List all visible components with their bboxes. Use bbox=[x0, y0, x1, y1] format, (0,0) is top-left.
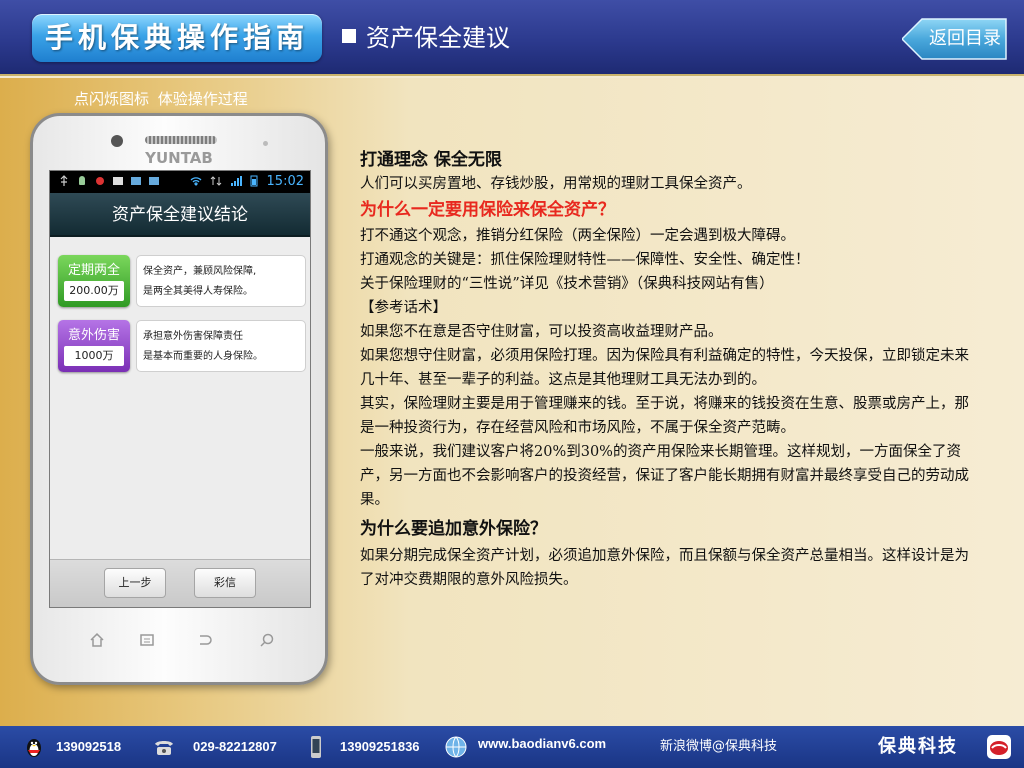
usb-icon bbox=[60, 175, 68, 186]
signal-icon bbox=[231, 176, 242, 186]
mms-button[interactable]: 彩信 bbox=[194, 568, 256, 598]
footer-mobile: 13909251836 bbox=[340, 739, 420, 754]
description-line: 保全资产，兼顾风险保障, bbox=[143, 266, 257, 277]
camera-icon bbox=[111, 135, 123, 147]
home-key-icon[interactable] bbox=[89, 632, 105, 648]
footer-website[interactable]: www.baodianv6.com bbox=[478, 723, 606, 765]
search-key-icon[interactable] bbox=[259, 632, 275, 648]
phone-nav-keys bbox=[83, 632, 279, 652]
image-icon bbox=[113, 177, 123, 185]
status-bar: 15:02 bbox=[50, 171, 310, 193]
phone-screen: 15:02 资产保全建议结论 定期两全 200.00万 保全资产，兼顾风险保障,… bbox=[49, 170, 311, 608]
qq-penguin-icon bbox=[27, 739, 41, 757]
paragraph: 如果您不在意是否守住财富，可以投资高收益理财产品。 bbox=[360, 324, 723, 340]
phone-bottom-bar: 上一步 彩信 bbox=[50, 559, 310, 607]
app-title: 资产保全建议结论 bbox=[50, 193, 310, 237]
phone-mockup: YUNTAB 15:02 资产保全建议结论 定期两全 200.00万 保全资产，… bbox=[30, 113, 328, 685]
footer-qq: 139092518 bbox=[56, 739, 122, 754]
telephone-icon bbox=[155, 741, 173, 755]
phone-brand: YUNTAB bbox=[145, 149, 213, 167]
mobile-phone-icon bbox=[311, 736, 321, 758]
page-title: 资产保全建议 bbox=[342, 22, 510, 54]
heading-accident: 为什么要追加意外保险？ bbox=[360, 519, 547, 539]
globe-icon bbox=[445, 736, 467, 758]
product-description: 保全资产，兼顾风险保障, 是两全其美得人寿保险。 bbox=[136, 255, 306, 307]
badge-value: 1000万 bbox=[64, 346, 124, 366]
hint-text: 点闪烁图标 体验操作过程 bbox=[74, 90, 248, 108]
app-logo: 手机保典操作指南 bbox=[32, 14, 322, 62]
back-to-menu-button[interactable]: 返回目录 bbox=[902, 18, 1008, 60]
heading-concept: 打通理念 保全无限 bbox=[360, 150, 502, 170]
content-area: 点闪烁图标 体验操作过程 YUNTAB 15:02 资产保全建议结论 定期两全 … bbox=[0, 78, 1024, 726]
page-title-text: 资产保全建议 bbox=[366, 24, 510, 52]
article-body: 打通理念 保全无限 人们可以买房置地、存钱炒股，用常规的理财工具保全资产。 为什… bbox=[360, 148, 980, 592]
product-badge[interactable]: 定期两全 200.00万 bbox=[58, 255, 130, 307]
badge-title: 定期两全 bbox=[67, 263, 120, 278]
product-card-endowment[interactable]: 定期两全 200.00万 保全资产，兼顾风险保障, 是两全其美得人寿保险。 bbox=[58, 255, 306, 307]
header-bar: 手机保典操作指南 资产保全建议 返回目录 bbox=[0, 0, 1024, 76]
product-card-accident[interactable]: 意外伤害 1000万 承担意外伤害保障责任 是基本而重要的人身保险。 bbox=[58, 320, 306, 372]
paragraph: 打不通这个观念，推销分红保险（两全保险）一定会遇到极大障碍。 bbox=[360, 228, 795, 244]
message-icon bbox=[131, 177, 141, 185]
sensor-dot bbox=[263, 141, 268, 146]
footer-phone: 029-82212807 bbox=[193, 739, 277, 754]
mail-icon bbox=[149, 177, 159, 185]
back-key-icon[interactable] bbox=[197, 632, 213, 648]
description-line: 是两全其美得人寿保险。 bbox=[143, 286, 253, 297]
paragraph: 一般来说，我们建议客户将20%到30%的资产用保险来长期管理。这样规划，一方面保… bbox=[360, 444, 969, 508]
footer-weibo[interactable]: 新浪微博@保典科技 bbox=[660, 726, 777, 768]
footer-brand: 保典科技 bbox=[878, 736, 958, 757]
product-description: 承担意外伤害保障责任 是基本而重要的人身保险。 bbox=[136, 320, 306, 372]
badge-title: 意外伤害 bbox=[67, 328, 120, 343]
badge-value: 200.00万 bbox=[64, 281, 124, 301]
product-badge[interactable]: 意外伤害 1000万 bbox=[58, 320, 130, 372]
speaker-grille bbox=[145, 136, 217, 144]
wifi-icon bbox=[190, 177, 202, 186]
question-heading: 为什么一定要用保险来保全资产？ bbox=[360, 200, 615, 220]
prev-step-button[interactable]: 上一步 bbox=[104, 568, 166, 598]
paragraph: 如果您想守住财富，必须用保险打理。因为保险具有利益确定的特性，今天投保，立即锁定… bbox=[360, 348, 969, 388]
brand-logo-icon bbox=[987, 735, 1011, 759]
android-icon bbox=[79, 176, 85, 185]
paragraph: 其实，保险理财主要是用于管理赚来的钱。至于说，将赚来的钱投资在生意、股票或房产上… bbox=[360, 396, 969, 436]
paragraph: 人们可以买房置地、存钱炒股，用常规的理财工具保全资产。 bbox=[360, 176, 752, 192]
paragraph: 【参考话术】 bbox=[360, 300, 447, 316]
description-line: 承担意外伤害保障责任 bbox=[143, 331, 243, 342]
paragraph: 关于保险理财的“三性说”详见《技术营销》（保典科技网站有售） bbox=[360, 276, 774, 292]
paragraph: 如果分期完成保全资产计划，必须追加意外保险，而且保额与保全资产总量相当。这样设计… bbox=[360, 548, 969, 588]
bullet-square-icon bbox=[342, 29, 356, 43]
footer-bar: 139092518 029-82212807 13909251836 www.b… bbox=[0, 726, 1024, 768]
data-arrows-icon bbox=[210, 176, 222, 186]
notification-icon bbox=[96, 177, 104, 185]
paragraph: 打通观念的关键是：抓住保险理财特性——保障性、安全性、确定性！ bbox=[360, 252, 810, 268]
battery-icon bbox=[250, 175, 258, 187]
back-button-label: 返回目录 bbox=[929, 28, 1001, 49]
description-line: 是基本而重要的人身保险。 bbox=[143, 351, 263, 362]
status-time: 15:02 bbox=[266, 174, 304, 189]
menu-key-icon[interactable] bbox=[139, 632, 155, 648]
